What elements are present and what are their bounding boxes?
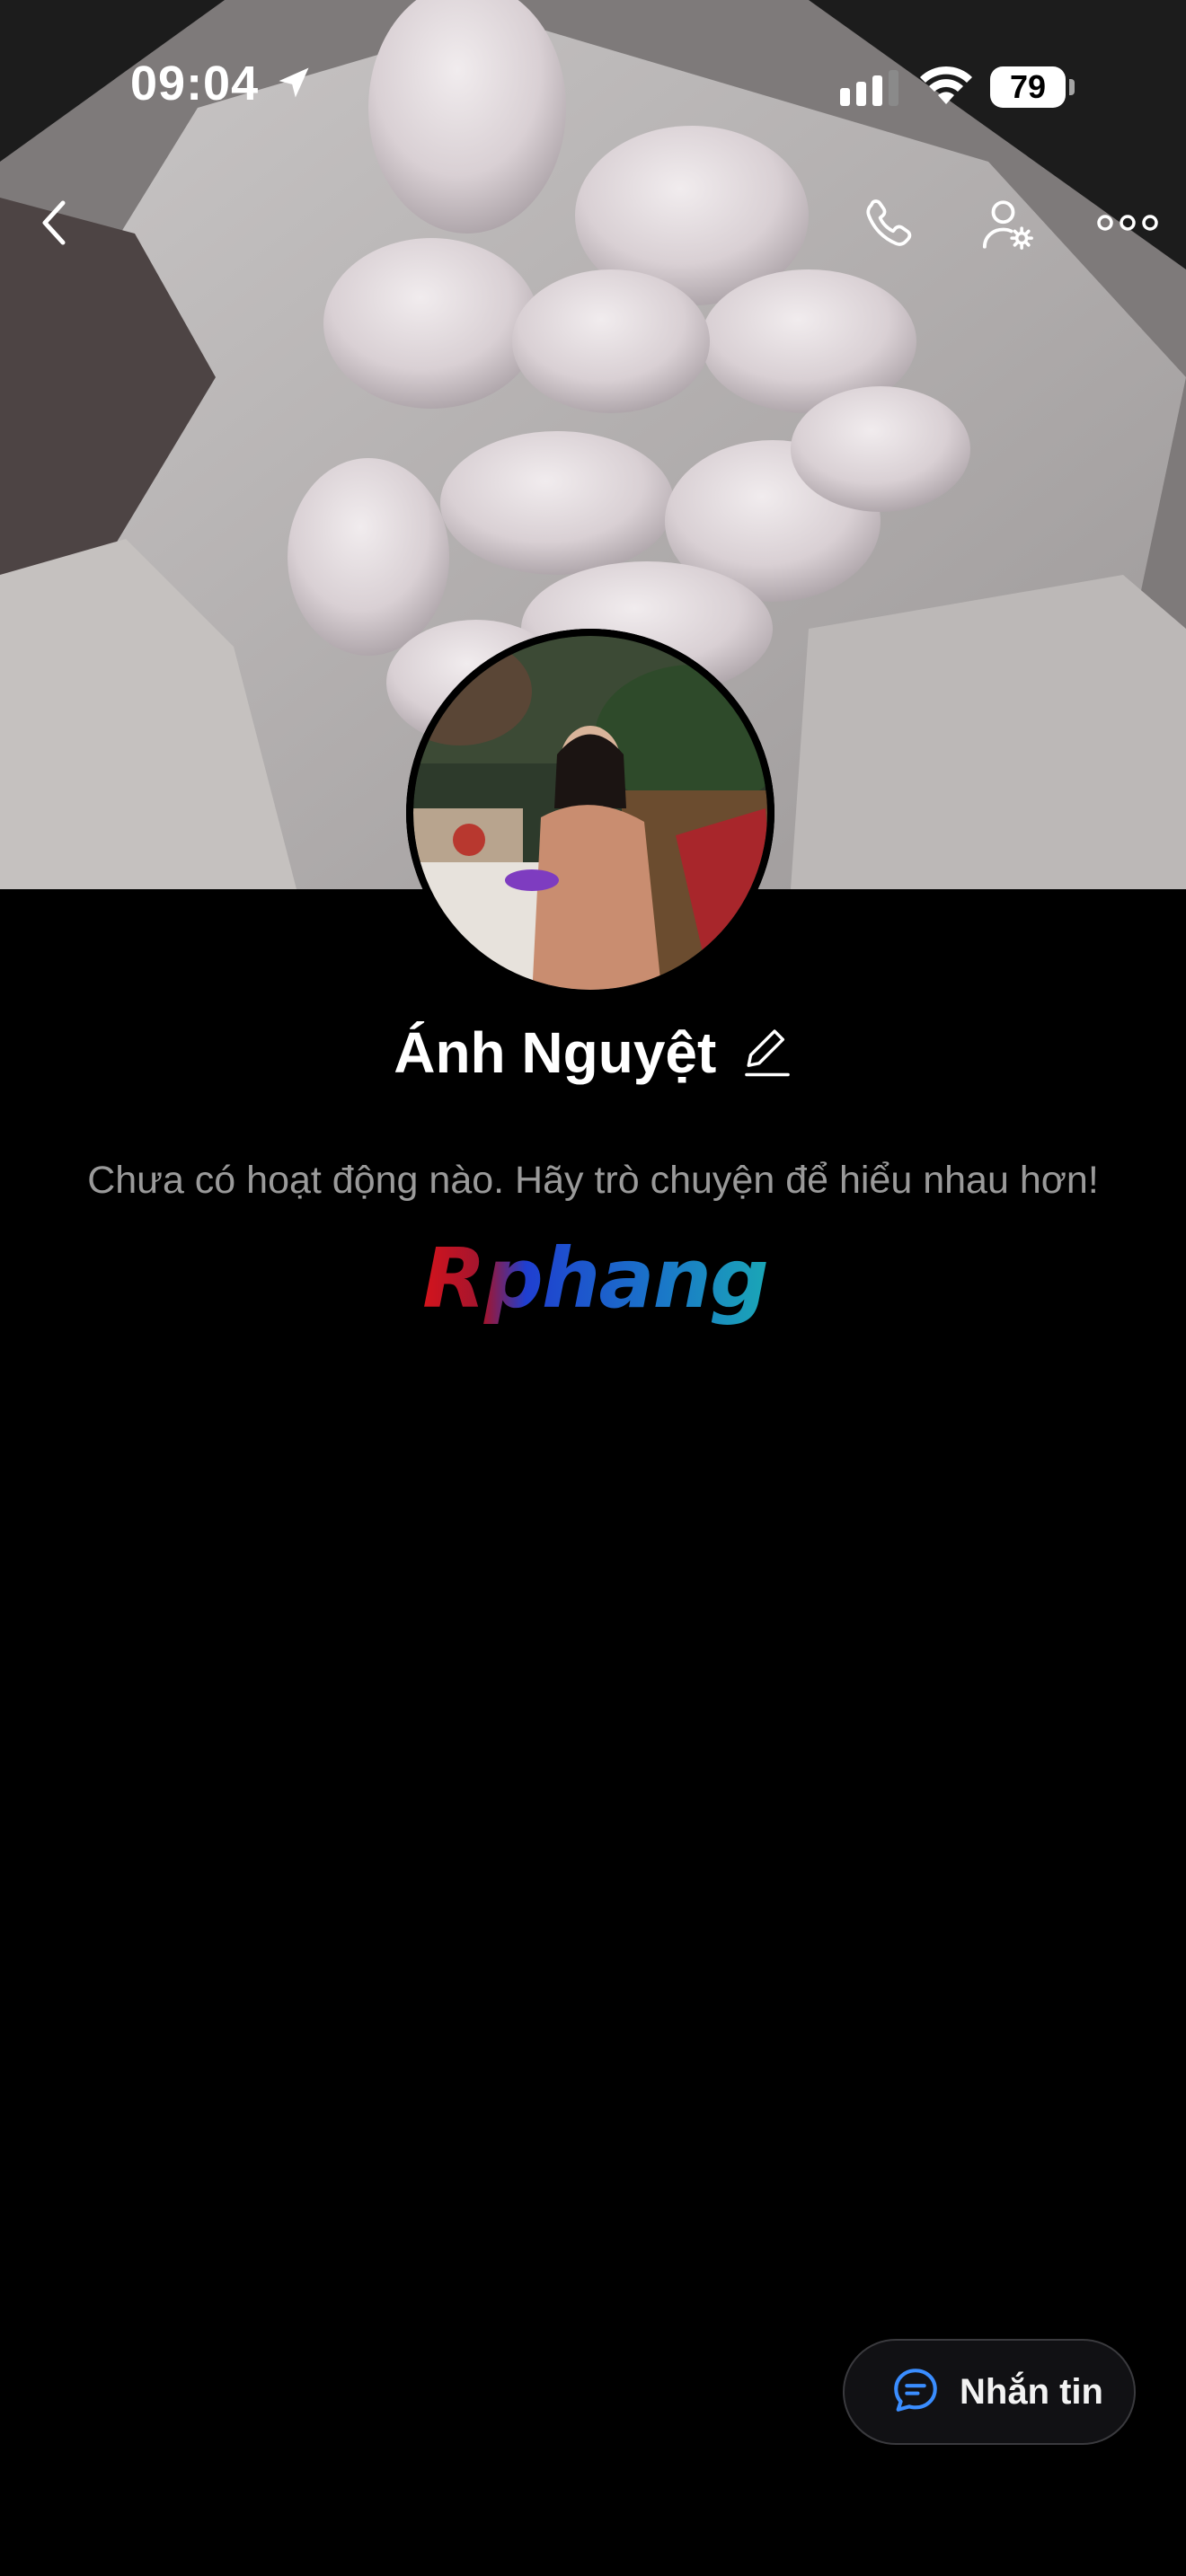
more-horizontal-icon — [1096, 212, 1159, 238]
avatar[interactable] — [406, 629, 774, 997]
pencil-icon[interactable] — [742, 1024, 792, 1082]
activity-empty-text: Chưa có hoạt động nào. Hãy trò chuyện để… — [87, 1159, 1099, 1202]
more-options-button[interactable] — [1092, 189, 1164, 260]
chevron-left-icon — [36, 198, 72, 252]
back-button[interactable] — [18, 189, 90, 260]
wifi-icon — [918, 65, 974, 112]
battery-tip — [1069, 79, 1075, 95]
svg-text:Rphang: Rphang — [422, 1235, 767, 1327]
user-gear-icon — [978, 195, 1038, 259]
watermark-logo: Rphang — [415, 1231, 774, 1334]
profile-settings-button[interactable] — [972, 190, 1044, 262]
message-button[interactable]: Nhắn tin — [843, 2339, 1136, 2445]
battery-level: 79 — [990, 66, 1066, 108]
profile-name: Ánh Nguyệt — [394, 1020, 717, 1085]
message-button-label: Nhắn tin — [960, 2371, 1103, 2412]
status-time: 09:04 — [130, 57, 260, 110]
cellular-signal-icon — [840, 70, 899, 110]
chat-bubble-icon — [890, 2364, 942, 2421]
location-arrow-icon — [274, 63, 314, 107]
profile-name-row: Ánh Nguyệt — [0, 1019, 1186, 1091]
status-bar: 09:04 79 — [0, 0, 1186, 171]
call-button[interactable] — [854, 189, 925, 260]
phone-icon — [861, 194, 918, 256]
